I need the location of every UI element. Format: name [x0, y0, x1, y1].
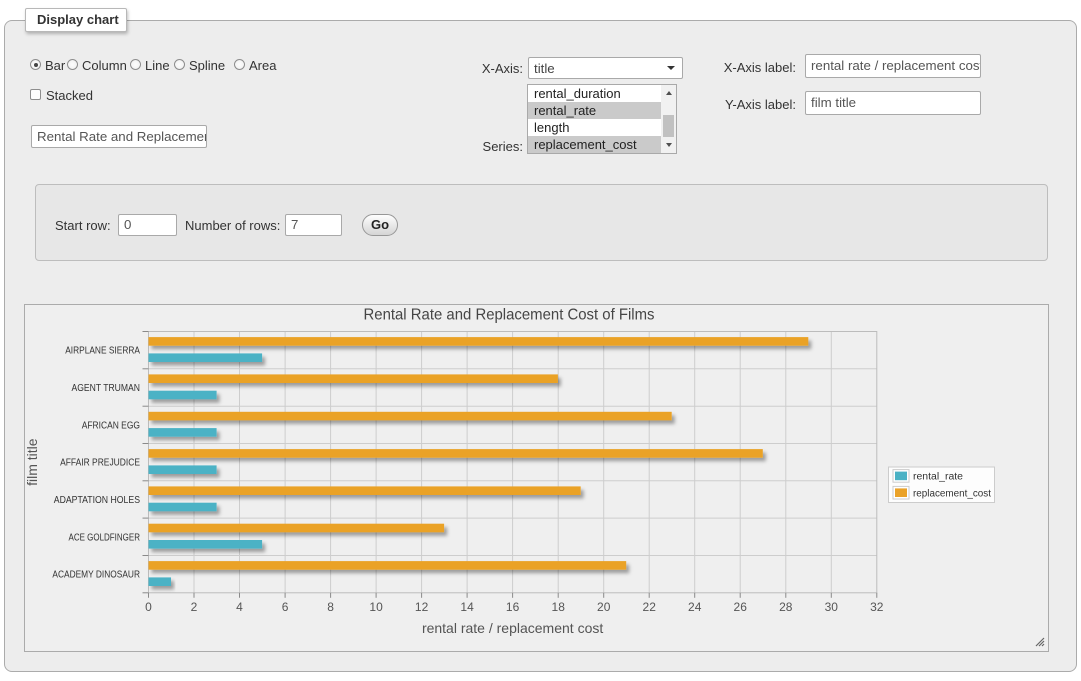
svg-text:4: 4	[236, 600, 243, 614]
svg-text:AGENT TRUMAN: AGENT TRUMAN	[72, 383, 141, 394]
svg-text:8: 8	[327, 600, 334, 614]
svg-text:rental rate / replacement cost: rental rate / replacement cost	[422, 620, 603, 636]
svg-text:ADAPTATION HOLES: ADAPTATION HOLES	[54, 495, 140, 506]
svg-text:0: 0	[145, 600, 152, 614]
svg-text:28: 28	[779, 600, 793, 614]
svg-text:18: 18	[552, 600, 566, 614]
svg-text:24: 24	[688, 600, 702, 614]
svg-text:film title: film title	[25, 438, 40, 486]
svg-text:replacement_cost: replacement_cost	[913, 489, 991, 500]
svg-text:2: 2	[191, 600, 198, 614]
svg-text:16: 16	[506, 600, 520, 614]
svg-text:ACE GOLDFINGER: ACE GOLDFINGER	[69, 532, 141, 543]
svg-text:Rental Rate and Replacement Co: Rental Rate and Replacement Cost of Film…	[364, 307, 655, 324]
svg-text:ACADEMY DINOSAUR: ACADEMY DINOSAUR	[52, 570, 140, 581]
svg-text:32: 32	[870, 600, 884, 614]
svg-text:20: 20	[597, 600, 611, 614]
svg-text:rental_rate: rental_rate	[913, 472, 963, 483]
svg-text:12: 12	[415, 600, 429, 614]
svg-text:AIRPLANE SIERRA: AIRPLANE SIERRA	[65, 346, 140, 357]
svg-text:26: 26	[734, 600, 748, 614]
svg-text:22: 22	[643, 600, 657, 614]
svg-text:AFFAIR PREJUDICE: AFFAIR PREJUDICE	[60, 458, 140, 469]
svg-text:14: 14	[460, 600, 474, 614]
svg-text:AFRICAN EGG: AFRICAN EGG	[82, 420, 140, 431]
svg-text:30: 30	[825, 600, 839, 614]
svg-text:10: 10	[369, 600, 383, 614]
svg-text:6: 6	[282, 600, 289, 614]
